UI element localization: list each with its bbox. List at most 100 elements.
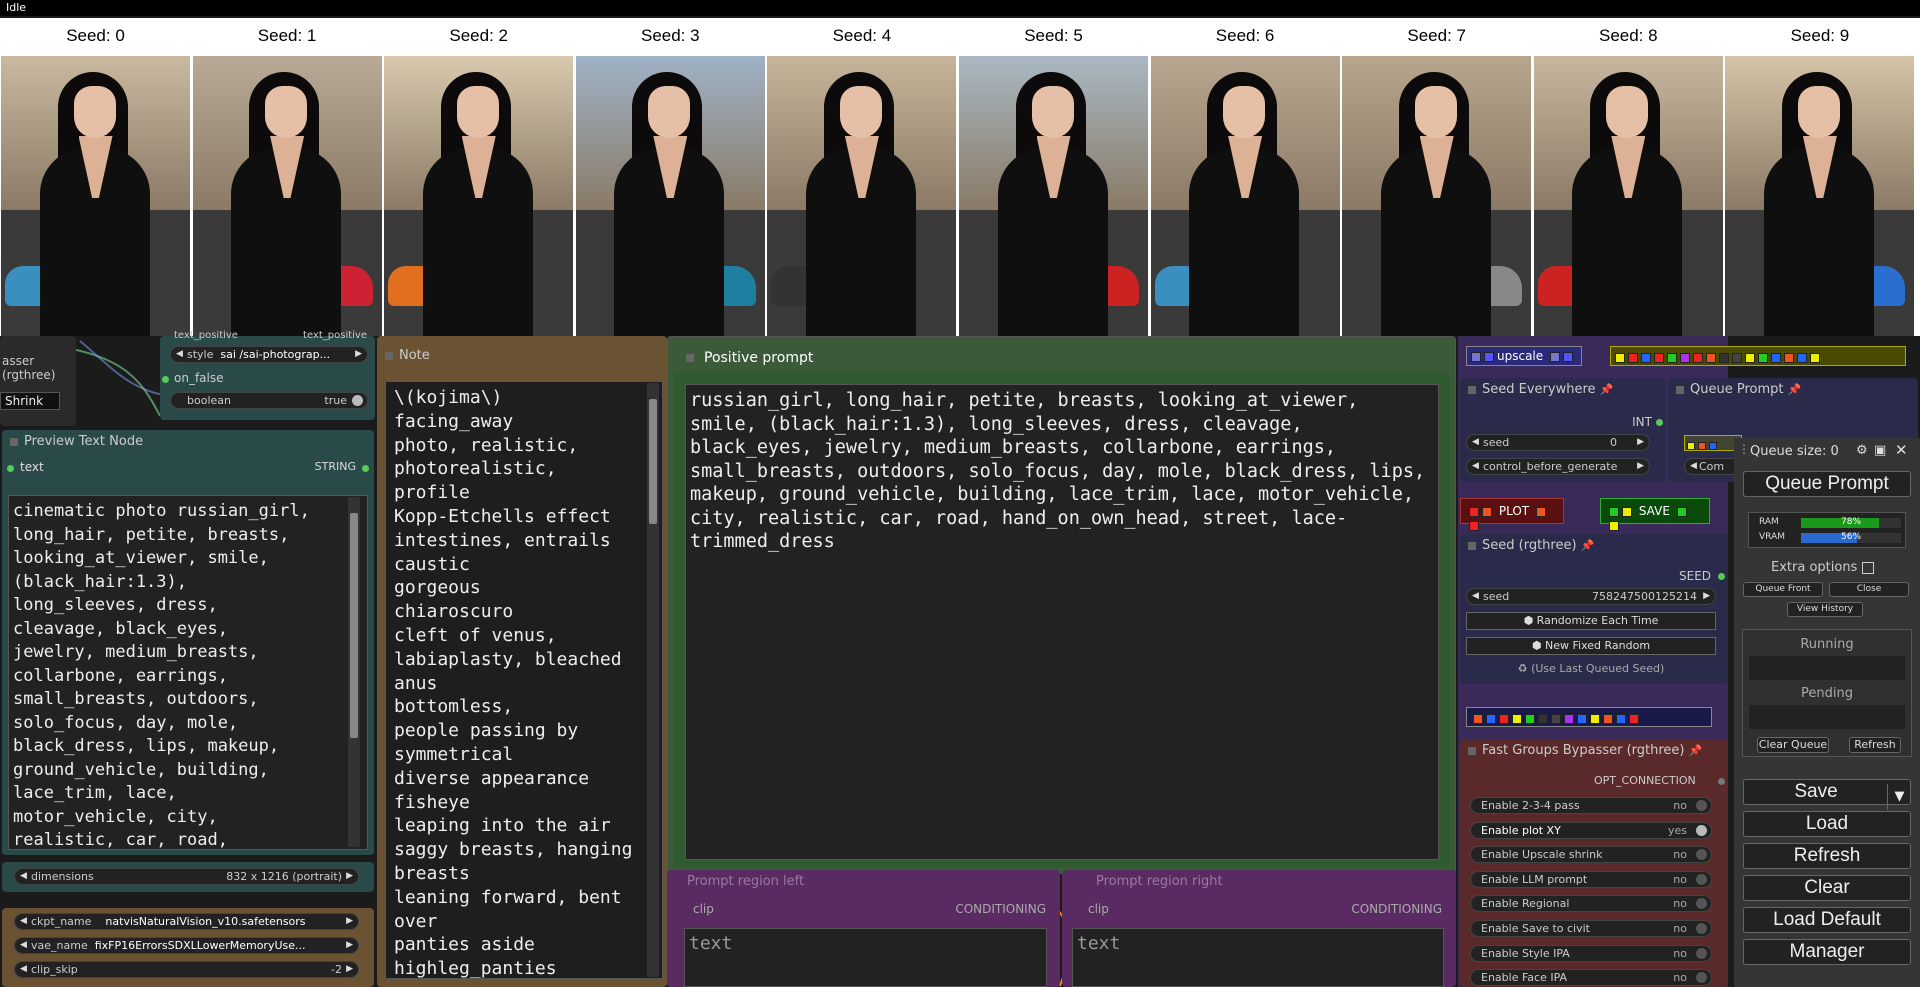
seed-everywhere-node[interactable]: Seed Everywhere 📌 INT ◀ seed 0 ▶ ◀ contr… bbox=[1460, 378, 1666, 482]
bypass-toggle[interactable]: Enable plot XY yes bbox=[1470, 821, 1712, 839]
grid-cell[interactable]: Seed: 0 bbox=[0, 18, 191, 336]
pin-icon[interactable]: 📌 bbox=[1581, 539, 1595, 552]
arrow-right-icon[interactable]: ▶ bbox=[346, 914, 353, 929]
color-palette-bar[interactable] bbox=[1610, 346, 1906, 366]
running-list[interactable] bbox=[1749, 656, 1905, 680]
upscale-toggle[interactable]: upscale bbox=[1466, 346, 1582, 366]
grid-cell[interactable]: Seed: 9 bbox=[1724, 18, 1915, 336]
arrow-right-icon[interactable]: ▶ bbox=[346, 938, 353, 953]
grid-cell[interactable]: Seed: 3 bbox=[575, 18, 766, 336]
bypass-toggle[interactable]: Enable 2-3-4 pass no bbox=[1470, 797, 1712, 814]
text-input-socket[interactable] bbox=[7, 465, 14, 472]
pending-list[interactable] bbox=[1749, 705, 1905, 729]
note-textarea[interactable]: \(kojima\) facing_away photo, realistic,… bbox=[385, 381, 663, 979]
randomize-button[interactable]: ⬢ Randomize Each Time bbox=[1466, 612, 1716, 630]
new-fixed-random-button[interactable]: ⬢ New Fixed Random bbox=[1466, 637, 1716, 655]
vae-widget[interactable]: ◀ vae_name fixFP16ErrorsSDXLLowerMemoryU… bbox=[14, 937, 359, 954]
region-right-textarea[interactable]: text bbox=[1072, 928, 1444, 987]
dimensions-widget[interactable]: ◀ dimensions 832 x 1216 (portrait) ▶ bbox=[14, 868, 359, 885]
queue-prompt-header[interactable]: Queue Prompt 📌 bbox=[1668, 378, 1918, 402]
arrow-left-icon[interactable]: ◀ bbox=[20, 962, 27, 977]
int-output-socket[interactable] bbox=[1656, 419, 1663, 426]
bypass-toggle[interactable]: Enable Style IPA no bbox=[1470, 944, 1712, 962]
generated-image[interactable] bbox=[1533, 56, 1723, 336]
arrow-left-icon[interactable]: ◀ bbox=[1690, 459, 1697, 474]
arrow-left-icon[interactable]: ◀ bbox=[20, 869, 27, 884]
style-node[interactable]: text_positive text_positive ◀ style sai … bbox=[160, 330, 375, 420]
queue-prompt-button[interactable]: Queue Prompt bbox=[1743, 471, 1911, 497]
positive-header[interactable]: Positive prompt bbox=[668, 346, 1455, 370]
note-scrollbar[interactable] bbox=[647, 383, 659, 977]
fgb-header[interactable]: Fast Groups Bypasser (rgthree) 📌 bbox=[1460, 739, 1728, 763]
bypass-toggle[interactable]: Enable Face IPA no bbox=[1470, 969, 1712, 987]
close-icon[interactable]: ✕ bbox=[1895, 441, 1908, 459]
menu-button-load[interactable]: Load bbox=[1743, 811, 1911, 837]
ckpt-widget[interactable]: ◀ ckpt_name natvisNaturalVision_v10.safe… bbox=[14, 913, 359, 930]
collapse-icon[interactable] bbox=[686, 354, 694, 362]
pin-icon[interactable]: 📌 bbox=[1788, 383, 1802, 396]
close-button[interactable]: Close bbox=[1829, 582, 1909, 597]
bypass-toggle[interactable]: Enable Upscale shrink no bbox=[1470, 846, 1712, 864]
collapse-icon[interactable] bbox=[1676, 386, 1684, 394]
collapse-icon[interactable] bbox=[10, 438, 18, 446]
control-widget[interactable]: ◀ control_before_generate ▶ bbox=[1466, 458, 1650, 475]
image-gallery-icon[interactable]: ▣ bbox=[1874, 443, 1886, 458]
boolean-widget[interactable]: boolean true bbox=[170, 392, 368, 409]
seed-rg-widget[interactable]: ◀ seed 758247500125214 ▶ bbox=[1466, 588, 1716, 605]
preview-textarea[interactable]: cinematic photo russian_girl, long_hair,… bbox=[8, 495, 368, 850]
grid-cell[interactable]: Seed: 8 bbox=[1533, 18, 1724, 336]
node-header[interactable]: Preview Text Node bbox=[2, 430, 374, 454]
seed-everywhere-header[interactable]: Seed Everywhere 📌 bbox=[1460, 378, 1666, 402]
preview-scrollbar[interactable] bbox=[348, 497, 360, 847]
grid-cell[interactable]: Seed: 7 bbox=[1341, 18, 1532, 336]
arrow-right-icon[interactable]: ▶ bbox=[1637, 435, 1644, 450]
menu-button-save[interactable]: Save bbox=[1743, 779, 1911, 805]
arrow-left-icon[interactable]: ◀ bbox=[20, 914, 27, 929]
arrow-right-icon[interactable]: ▶ bbox=[1637, 459, 1644, 474]
arrow-left-icon[interactable]: ◀ bbox=[20, 938, 27, 953]
use-last-seed-button[interactable]: ♻ (Use Last Queued Seed) bbox=[1466, 662, 1716, 680]
checkpoint-node[interactable]: ◀ ckpt_name natvisNaturalVision_v10.safe… bbox=[2, 908, 374, 987]
grid-cell[interactable]: Seed: 5 bbox=[958, 18, 1149, 336]
generated-image[interactable] bbox=[1725, 56, 1915, 336]
menu-button-refresh[interactable]: Refresh bbox=[1743, 843, 1911, 869]
grid-cell[interactable]: Seed: 2 bbox=[383, 18, 574, 336]
generated-image[interactable] bbox=[575, 56, 765, 336]
seed-widget[interactable]: ◀ seed 0 ▶ bbox=[1466, 434, 1650, 451]
color-palette-bar-2[interactable] bbox=[1466, 707, 1712, 727]
arrow-right-icon[interactable]: ▶ bbox=[346, 869, 353, 884]
shrink-button[interactable]: Shrink bbox=[0, 392, 60, 410]
queue-front-button[interactable]: Queue Front bbox=[1743, 582, 1823, 597]
grid-cell[interactable]: Seed: 1 bbox=[192, 18, 383, 336]
bypass-toggle[interactable]: Enable LLM prompt no bbox=[1470, 870, 1712, 888]
generated-image[interactable] bbox=[767, 56, 957, 336]
menu-button-clear[interactable]: Clear bbox=[1743, 875, 1911, 901]
settings-gear-icon[interactable]: ⚙ bbox=[1856, 443, 1868, 458]
grid-cell[interactable]: Seed: 4 bbox=[766, 18, 957, 336]
seed-rgthree-node[interactable]: Seed (rgthree) 📌 SEED ◀ seed 75824750012… bbox=[1460, 534, 1728, 684]
drag-handle-icon[interactable]: ⋮ bbox=[1738, 442, 1750, 456]
clip-skip-widget[interactable]: ◀ clip_skip -2 ▶ bbox=[14, 961, 359, 978]
generated-image[interactable] bbox=[959, 56, 1148, 336]
note-group[interactable]: Note \(kojima\) facing_away photo, reali… bbox=[377, 336, 667, 987]
arrow-right-icon[interactable]: ▶ bbox=[346, 962, 353, 977]
extra-options-checkbox[interactable] bbox=[1862, 562, 1874, 574]
plot-toggle[interactable]: PLOT bbox=[1460, 498, 1564, 531]
style-widget[interactable]: ◀ style sai /sai-photograp... ▶ bbox=[170, 346, 368, 363]
view-history-button[interactable]: View History bbox=[1787, 602, 1863, 617]
menu-button-manager[interactable]: Manager bbox=[1743, 939, 1911, 965]
opt-connection-socket[interactable] bbox=[1718, 778, 1725, 785]
note-header[interactable]: Note bbox=[377, 344, 667, 368]
arrow-left-icon[interactable]: ◀ bbox=[1472, 435, 1479, 450]
seed-rgthree-header[interactable]: Seed (rgthree) 📌 bbox=[1460, 534, 1728, 558]
region-left-textarea[interactable]: text bbox=[684, 928, 1047, 987]
generated-image[interactable] bbox=[1150, 56, 1340, 336]
arrow-right-icon[interactable]: ▶ bbox=[355, 347, 362, 362]
collapse-icon[interactable] bbox=[1468, 542, 1476, 550]
positive-textarea[interactable]: russian_girl, long_hair, petite, breasts… bbox=[685, 384, 1439, 860]
arrow-left-icon[interactable]: ◀ bbox=[176, 347, 183, 362]
input-socket[interactable] bbox=[162, 376, 169, 383]
pin-icon[interactable]: 📌 bbox=[1600, 383, 1614, 396]
save-toggle[interactable]: SAVE bbox=[1600, 498, 1710, 531]
refresh-queue-button[interactable]: Refresh bbox=[1849, 737, 1901, 753]
